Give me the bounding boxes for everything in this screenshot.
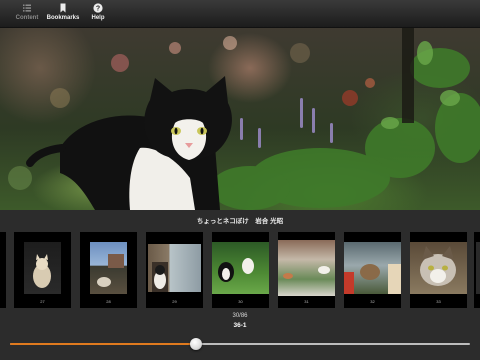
thumbnail-page-number: 30 [238, 299, 243, 304]
page-count: 30/86 [232, 313, 248, 319]
thumbnail-image [90, 242, 127, 294]
page-label: 36-1 [233, 322, 247, 329]
thumbnail[interactable]: 30 [212, 232, 269, 308]
book-title-caption: ちょっとネコぼけ 岩合 光昭 [196, 218, 284, 225]
page-slider[interactable] [10, 338, 470, 350]
slider-thumb[interactable] [190, 338, 203, 350]
thumbnail-page-number: 28 [106, 299, 111, 304]
thumbnail[interactable]: 29 [146, 232, 203, 308]
thumbnail-page-number: 29 [172, 299, 177, 304]
thumbnail[interactable]: 33 [410, 232, 467, 308]
help-label: Help [91, 15, 105, 21]
thumbnail-strip[interactable]: 26 27 28 29 [0, 232, 480, 308]
bookmarks-label: Bookmarks [46, 15, 80, 21]
thumbnail[interactable]: 27 [14, 232, 71, 308]
thumbnail-page-number: 32 [370, 299, 375, 304]
top-toolbar: Content Bookmarks ? Help [0, 0, 480, 28]
thumbnail-image [344, 242, 401, 294]
thumbnail[interactable]: 28 [80, 232, 137, 308]
thumbnail-image [476, 242, 480, 294]
slider-progress-fill [10, 343, 197, 345]
thumbnail-image [410, 242, 467, 294]
page-indicator: 30/86 36-1 [0, 312, 480, 330]
help-icon: ? [93, 3, 103, 13]
thumbnail[interactable]: 32 [344, 232, 401, 308]
thumbnail-image [148, 244, 201, 292]
help-button[interactable]: ? Help [86, 3, 110, 25]
bookmark-icon [60, 3, 66, 13]
thumbnail-page-number: 26 [0, 299, 6, 304]
thumbnail[interactable]: 26 [0, 232, 6, 308]
svg-text:?: ? [96, 6, 100, 13]
contents-label: Content [15, 15, 39, 21]
thumbnail-page-number: 33 [436, 299, 441, 304]
thumbnail-page-number: 31 [304, 299, 309, 304]
thumbnail[interactable] [474, 232, 480, 308]
thumbnail-page-number: 27 [40, 299, 45, 304]
thumbnail-image [278, 240, 335, 296]
cat-photo-illustration [8, 28, 480, 210]
list-icon [23, 4, 31, 12]
thumbnail[interactable]: 31 [278, 232, 335, 308]
thumbnail-image [212, 242, 269, 294]
main-photo[interactable] [0, 28, 480, 210]
bookmarks-button[interactable]: Bookmarks [46, 3, 80, 25]
thumbnail-image [24, 242, 61, 294]
contents-button[interactable]: Content [12, 3, 42, 25]
